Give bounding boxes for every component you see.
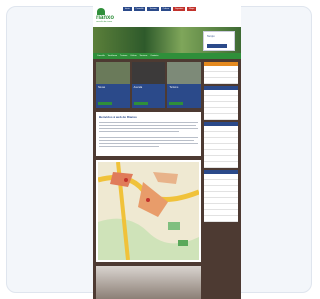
intro-text-box: Benvidos á web de Rianxo (96, 112, 201, 156)
menu-item[interactable]: Servizos (140, 53, 148, 59)
sidebar-box (204, 170, 238, 222)
sidebar-row[interactable] (204, 216, 238, 222)
read-more-button[interactable] (98, 102, 112, 105)
sidebar-row[interactable] (204, 114, 238, 120)
teaser-row: Novas Axenda Turismo (96, 62, 202, 108)
teaser-image (167, 62, 202, 84)
sidebar (204, 62, 238, 299)
main-menu: Concello Veciñanza Turismo Cultura Servi… (93, 53, 241, 59)
text-line (99, 143, 198, 144)
bottom-photo (96, 266, 201, 299)
sidebar-row[interactable] (204, 162, 238, 168)
text-line (99, 146, 159, 147)
hero-box-title: Tempo (207, 35, 215, 38)
teaser-image (96, 62, 130, 84)
teaser-title: Turismo (169, 86, 179, 89)
sidebar-box (204, 86, 238, 120)
menu-item[interactable]: Cultura (130, 53, 136, 59)
leaf-logo-icon (97, 8, 105, 15)
hero-banner: Tempo (93, 27, 241, 53)
hero-box-button[interactable] (207, 44, 227, 48)
teaser-card[interactable]: Axenda (131, 62, 166, 108)
read-more-button[interactable] (133, 102, 148, 105)
top-nav-item[interactable]: Turismo (147, 7, 159, 11)
read-more-button[interactable] (169, 102, 184, 105)
teaser-image (131, 62, 166, 84)
teaser-card[interactable]: Turismo (167, 62, 202, 108)
top-nav-item[interactable]: Mapa (187, 7, 197, 11)
text-line (99, 137, 198, 138)
top-nav-item[interactable]: Inicio (123, 7, 132, 11)
text-line (99, 125, 196, 126)
logo-subtitle: concello de rianxo (96, 21, 113, 23)
text-line (99, 122, 198, 123)
town-map[interactable] (98, 162, 199, 260)
sidebar-box (204, 122, 238, 168)
sidebar-box (204, 62, 238, 84)
main-column: Novas Axenda Turismo Benvidos á web de R… (96, 62, 202, 299)
top-navigation: Inicio Concello Turismo Cultura Deportes… (123, 7, 197, 11)
top-nav-item[interactable]: Deportes (173, 7, 186, 11)
menu-item[interactable]: Veciñanza (108, 53, 117, 59)
menu-item[interactable]: Concello (97, 53, 105, 59)
text-line (99, 128, 198, 129)
menu-item[interactable]: Turismo (120, 53, 127, 59)
text-line (99, 131, 179, 132)
site-header: rianxo concello de rianxo Inicio Concell… (93, 5, 241, 27)
teaser-card[interactable]: Novas (96, 62, 130, 108)
top-nav-item[interactable]: Concello (133, 7, 146, 11)
hero-info-box: Tempo (203, 31, 235, 51)
website-screenshot: rianxo concello de rianxo Inicio Concell… (93, 5, 241, 299)
intro-heading: Benvidos á web de Rianxo (99, 115, 137, 119)
menu-item[interactable]: Contacto (150, 53, 158, 59)
text-line (99, 140, 194, 141)
map-panel (96, 160, 201, 262)
teaser-title: Novas (98, 86, 106, 89)
teaser-title: Axenda (133, 86, 143, 89)
top-nav-item[interactable]: Cultura (160, 7, 172, 11)
sidebar-row[interactable] (204, 78, 238, 84)
map-graphic (98, 162, 199, 260)
